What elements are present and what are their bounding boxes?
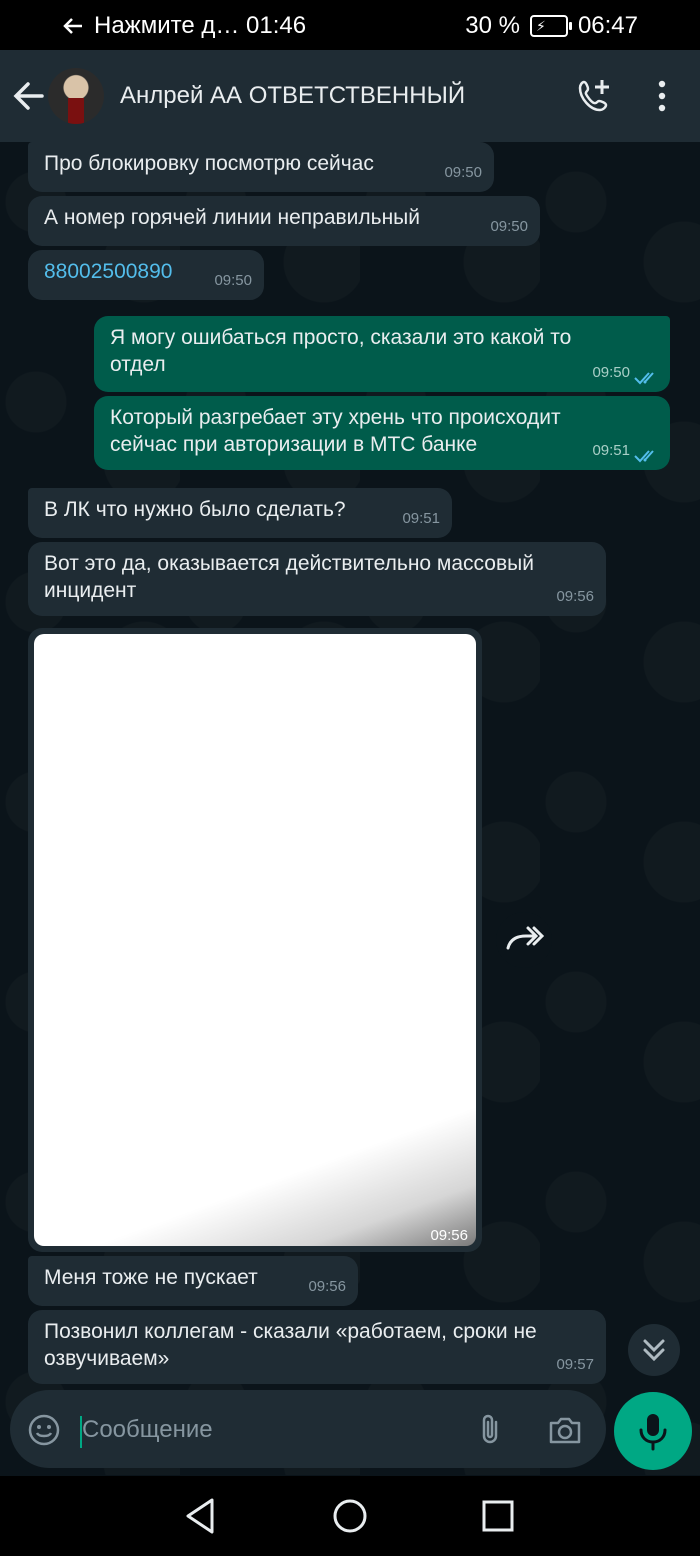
message-text: Меня тоже не пускает (44, 1266, 258, 1289)
message-time: 09:57 (556, 1356, 594, 1373)
arrow-left-icon[interactable] (12, 78, 44, 114)
add-call-icon[interactable] (576, 78, 612, 114)
message-incoming[interactable]: Про блокировку посмотрю сейчас 09:50 (28, 142, 494, 192)
chat-header: Анлрей АА ОТВЕТСТВЕННЫЙ (0, 50, 700, 142)
composer: Сообщение (0, 1386, 700, 1476)
back-arrow-icon (63, 18, 82, 34)
forward-button[interactable] (496, 912, 552, 968)
nav-recents-icon[interactable] (478, 1496, 518, 1536)
chevron-double-down-icon (643, 1339, 665, 1362)
message-input[interactable]: Сообщение (82, 1416, 213, 1444)
message-time: 09:51 (592, 442, 630, 459)
notification-text: Нажмите д… 01:46 (94, 12, 307, 39)
status-notification[interactable]: Нажмите д… 01:46 (62, 12, 306, 40)
more-vertical-icon[interactable] (652, 78, 672, 114)
forward-icon (506, 926, 545, 950)
nav-home-icon[interactable] (330, 1496, 370, 1536)
message-time: 09:56 (430, 1227, 468, 1244)
microphone-icon (639, 1414, 667, 1451)
paperclip-icon[interactable] (476, 1412, 504, 1448)
battery-percent: 30 % (465, 12, 520, 39)
chat-area[interactable]: Про блокировку посмотрю сейчас 09:50 А н… (0, 142, 700, 1475)
nav-back-icon[interactable] (180, 1496, 220, 1536)
message-text: Вот это да, оказывается действительно ма… (44, 552, 534, 602)
image-message[interactable]: 09:56 (28, 628, 482, 1252)
message-time: 09:50 (214, 272, 252, 289)
message-text: Я могу ошибаться просто, сказали это как… (110, 326, 572, 376)
message-time: 09:56 (556, 588, 594, 605)
message-text: Про блокировку посмотрю сейчас (44, 152, 374, 175)
scroll-down-button[interactable] (628, 1324, 680, 1376)
camera-icon[interactable] (548, 1414, 582, 1446)
message-incoming[interactable]: В ЛК что нужно было сделать? 09:51 (28, 488, 452, 538)
message-text: В ЛК что нужно было сделать? (44, 498, 346, 521)
message-time: 09:56 (308, 1278, 346, 1295)
message-incoming[interactable]: Вот это да, оказывается действительно ма… (28, 542, 606, 616)
phone-link[interactable]: 88002500890 (44, 260, 172, 283)
message-input-container[interactable]: Сообщение (10, 1390, 606, 1468)
message-incoming[interactable]: 88002500890 09:50 (28, 250, 264, 300)
avatar[interactable] (48, 68, 104, 124)
system-nav-bar (0, 1476, 700, 1556)
contact-name[interactable]: Анлрей АА ОТВЕТСТВЕННЫЙ (120, 82, 465, 110)
shared-image[interactable] (34, 634, 476, 1246)
emoji-icon[interactable] (28, 1414, 60, 1446)
double-check-icon (634, 372, 654, 385)
message-text: А номер горячей линии неправильный (44, 206, 421, 229)
double-check-icon (634, 450, 654, 463)
message-incoming[interactable]: Меня тоже не пускает 09:56 (28, 1256, 358, 1306)
message-outgoing[interactable]: Который разгребает эту хрень что происхо… (94, 396, 670, 470)
clock: 06:47 (577, 12, 638, 39)
battery-icon: ⚡ (529, 15, 572, 37)
message-text: Который разгребает эту хрень что происхо… (110, 406, 561, 456)
message-text: Позвонил коллегам - сказали «работаем, с… (44, 1320, 537, 1370)
message-incoming[interactable]: А номер горячей линии неправильный 09:50 (28, 196, 540, 246)
message-time: 09:50 (444, 164, 482, 181)
status-bar: Нажмите д… 01:46 30 % ⚡ 06:47 (0, 0, 700, 50)
message-time: 09:51 (402, 510, 440, 527)
message-time: 09:50 (490, 218, 528, 235)
status-right: 30 % ⚡ 06:47 (465, 12, 638, 40)
message-time: 09:50 (592, 364, 630, 381)
voice-record-button[interactable] (614, 1392, 692, 1470)
message-outgoing[interactable]: Я могу ошибаться просто, сказали это как… (94, 316, 670, 392)
message-incoming[interactable]: Позвонил коллегам - сказали «работаем, с… (28, 1310, 606, 1384)
